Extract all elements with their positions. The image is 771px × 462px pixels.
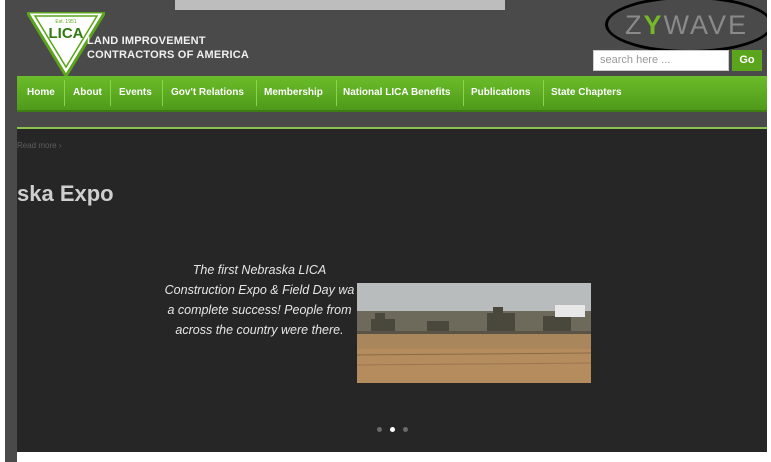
slide-photo-construction[interactable] — [357, 283, 591, 383]
nav-separator — [64, 80, 65, 106]
nav-separator — [110, 80, 111, 106]
caption-line: Construction Expo & Field Day wa — [164, 283, 355, 297]
search-input[interactable]: search here ... — [593, 50, 729, 71]
nav-item-govt-relations[interactable]: Gov't Relations — [171, 76, 244, 110]
nav-separator — [543, 80, 544, 106]
slider-dots — [377, 419, 416, 437]
nav-item-membership[interactable]: Membership — [264, 76, 323, 110]
read-more-link[interactable]: Read more › — [17, 141, 61, 150]
org-name-line1: LAND IMPROVEMENT — [87, 35, 206, 47]
nav-separator — [256, 80, 257, 106]
slider-dot[interactable] — [377, 427, 382, 432]
slide-caption: The first Nebraska LICA Construction Exp… — [137, 260, 382, 340]
org-name-line2: CONTRACTORS OF AMERICA — [87, 49, 250, 61]
nav-item-publications[interactable]: Publications — [471, 76, 530, 110]
nav-item-home[interactable]: Home — [27, 76, 55, 110]
caption-line: a complete success! People from — [167, 303, 352, 317]
nav-separator — [463, 80, 464, 106]
main-nav: Home About Events Gov't Relations Member… — [17, 76, 767, 112]
nav-item-about[interactable]: About — [73, 76, 102, 110]
nav-item-state-chapters[interactable]: State Chapters — [551, 76, 622, 110]
browser-page: Est. 1951 LICA LAND IMPROVEMENT CONTRACT… — [5, 0, 767, 462]
nav-item-national-lica-benefits[interactable]: National LICA Benefits — [343, 76, 450, 110]
caption-line: The first Nebraska LICA — [192, 263, 327, 277]
slider-dot[interactable] — [403, 427, 408, 432]
go-button[interactable]: Go — [732, 50, 762, 71]
content-area — [17, 452, 767, 462]
annotation-oval — [605, 0, 767, 53]
nav-separator — [336, 80, 337, 106]
slider-dot-active[interactable] — [390, 427, 395, 432]
slide-title: ska Expo — [17, 181, 114, 206]
caption-line: across the country were there. — [175, 323, 344, 337]
nav-item-events[interactable]: Events — [119, 76, 152, 110]
top-strip — [175, 0, 505, 10]
hero-slider[interactable]: Read more › ska Expo The first Nebraska … — [17, 127, 767, 454]
nav-separator — [162, 80, 163, 106]
logo-text: LICA — [49, 25, 84, 42]
